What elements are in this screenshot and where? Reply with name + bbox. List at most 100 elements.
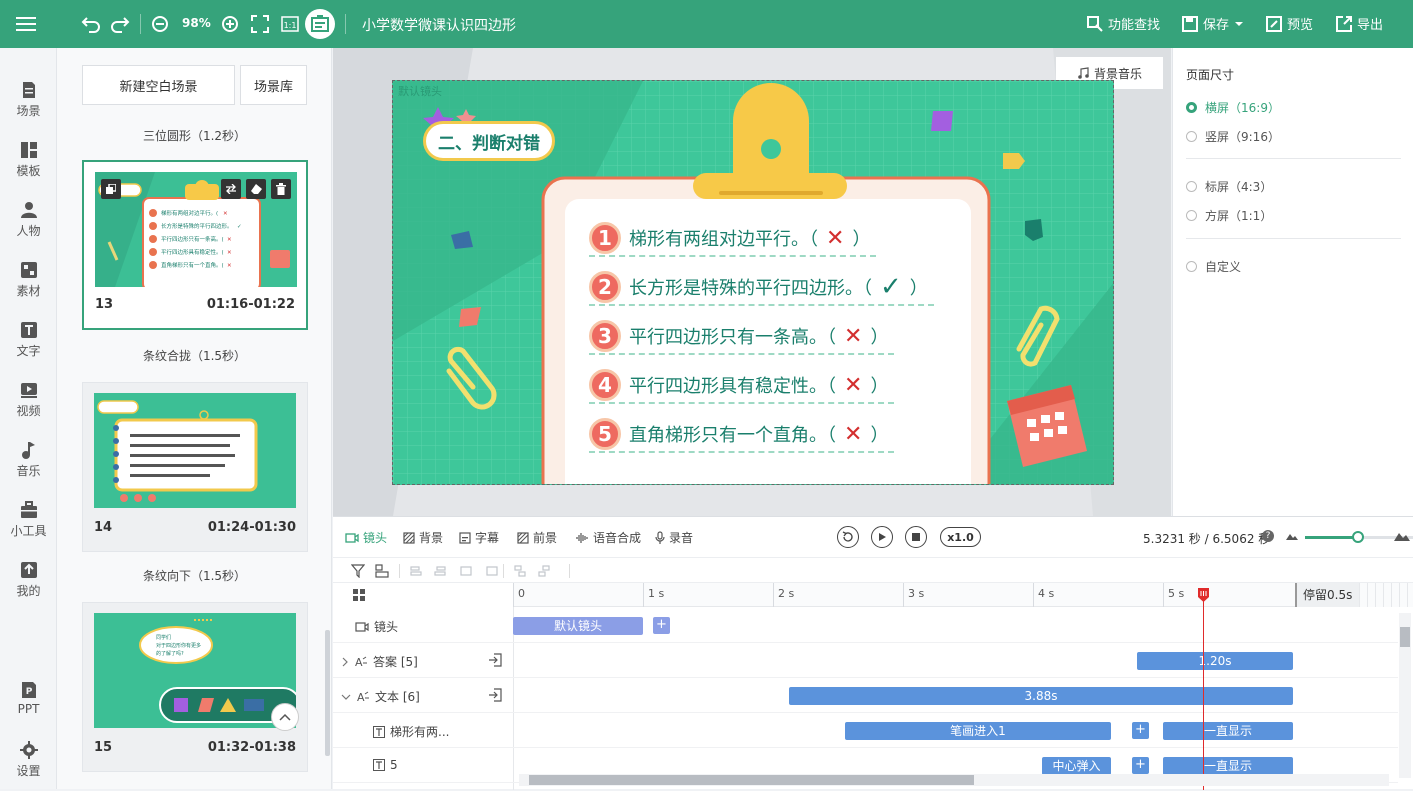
track-label[interactable]: A 文本 [6]: [341, 688, 420, 705]
scene-card-14[interactable]: 14 01:24-01:30: [82, 382, 308, 552]
nav-settings-label: 设置: [16, 764, 41, 778]
tab-camera[interactable]: 镜头: [345, 529, 387, 546]
question-item-3[interactable]: 3 平行四边形只有一条高。（ ✕ ）: [589, 319, 895, 355]
scroll-to-top-icon[interactable]: [271, 703, 299, 731]
save-icon: [1182, 15, 1198, 32]
radio-custom[interactable]: 自定义: [1186, 258, 1241, 275]
radio-landscape[interactable]: 横屏（16:9）: [1186, 99, 1280, 116]
zoom-slider-handle[interactable]: [1352, 531, 1364, 543]
text-group-icon: A: [357, 691, 369, 704]
nav-tools[interactable]: 小工具: [0, 501, 57, 551]
add-animation-button[interactable]: +: [1132, 757, 1149, 774]
playback-speed-button[interactable]: x1.0: [940, 527, 981, 547]
grid-toggle-icon[interactable]: [353, 589, 365, 601]
playhead[interactable]: [1203, 589, 1204, 790]
question-item-2[interactable]: 2 长方形是特殊的平行四边形。（ ✓ ）: [589, 270, 934, 306]
replay-icon[interactable]: [837, 526, 859, 548]
zoom-out-icon[interactable]: [148, 12, 172, 36]
timeline-horizontal-scrollbar[interactable]: [519, 774, 1389, 786]
layers-icon[interactable]: [375, 564, 389, 578]
nav-video[interactable]: 视频: [0, 381, 57, 431]
preview-button[interactable]: 预览: [1266, 14, 1313, 33]
subtitle-editor-icon[interactable]: [305, 9, 335, 39]
nav-scene[interactable]: 场景: [0, 81, 57, 131]
tab-tts[interactable]: 语音合成: [575, 529, 641, 546]
camera-clip[interactable]: 默认镜头: [513, 617, 643, 635]
redo-icon[interactable]: [108, 12, 132, 36]
playhead-handle-icon[interactable]: [1197, 587, 1210, 603]
swap-scene-icon[interactable]: [221, 179, 241, 199]
question-item-1[interactable]: 1 梯形有两组对边平行。（ ✕ ）: [589, 221, 877, 257]
tab-record[interactable]: 录音: [655, 529, 693, 546]
find-feature-button[interactable]: 功能查找: [1087, 14, 1160, 33]
add-animation-button[interactable]: +: [1132, 722, 1149, 739]
nav-character[interactable]: 人物: [0, 201, 57, 251]
check-mark-icon[interactable]: ✓: [880, 272, 902, 302]
answers-clip[interactable]: 1.20s: [1137, 652, 1293, 670]
timeline-vertical-scrollbar[interactable]: [1399, 613, 1411, 778]
nav-ppt[interactable]: P PPT: [0, 681, 57, 731]
new-blank-scene-button[interactable]: 新建空白场景: [82, 65, 235, 105]
scene-card-13[interactable]: 梯形有两组对边平行。(✕ 长方形是特殊的平行四边形。 ✓ 平行四边形只有一条高。(…: [82, 160, 308, 330]
nav-music[interactable]: 音乐: [0, 441, 57, 491]
menu-icon[interactable]: [14, 12, 38, 36]
time-ruler[interactable]: 0 1 s 2 s 3 s 4 s 5 s 停留0.5s: [513, 583, 1413, 607]
track-label[interactable]: 梯形有两...: [373, 723, 449, 740]
radio-standard[interactable]: 标屏（4:3）: [1186, 178, 1272, 195]
section-title[interactable]: 二、判断对错: [423, 121, 555, 161]
tab-foreground[interactable]: 前景: [517, 529, 557, 546]
enter-group-icon[interactable]: [488, 653, 502, 667]
scene-library-button[interactable]: 场景库: [240, 65, 307, 105]
stop-icon[interactable]: [905, 526, 927, 548]
track-label[interactable]: 5: [373, 758, 398, 772]
help-icon[interactable]: ?: [1262, 530, 1274, 542]
distribute-tools-icon[interactable]: [513, 564, 563, 578]
radio-square[interactable]: 方屏（1:1）: [1186, 207, 1272, 224]
add-camera-clip-button[interactable]: +: [653, 617, 670, 634]
save-button[interactable]: 保存: [1182, 14, 1244, 33]
nav-text[interactable]: 文字: [0, 321, 57, 371]
undo-icon[interactable]: [79, 12, 103, 36]
delete-scene-icon[interactable]: [271, 179, 291, 199]
tab-background[interactable]: 背景: [403, 529, 443, 546]
actual-size-icon[interactable]: 1:1: [278, 12, 302, 36]
track-label[interactable]: A 答案 [5]: [341, 653, 418, 670]
nav-settings[interactable]: 设置: [0, 741, 57, 791]
project-title[interactable]: 小学数学微课认识四边形: [362, 15, 516, 35]
copy-scene-icon[interactable]: [101, 179, 121, 199]
radio-portrait[interactable]: 竖屏（9:16）: [1186, 128, 1280, 145]
question-item-5[interactable]: 5 直角梯形只有一个直角。（ ✕ ）: [589, 417, 895, 453]
enter-group-icon[interactable]: [488, 688, 502, 702]
display-animation-clip[interactable]: 一直显示: [1163, 757, 1293, 775]
eraser-icon[interactable]: [246, 179, 266, 199]
scene-transition-label[interactable]: 条纹合拢（1.5秒）: [57, 347, 331, 364]
display-animation-clip[interactable]: 一直显示: [1163, 722, 1293, 740]
nav-template[interactable]: 模板: [0, 141, 57, 191]
scene-transition-label[interactable]: 三位圆形（1.2秒）: [57, 127, 331, 144]
scene-transition-label[interactable]: 条纹向下（1.5秒）: [57, 567, 331, 584]
nav-material[interactable]: 素材: [0, 261, 57, 311]
tab-subtitle[interactable]: 字幕: [459, 529, 499, 546]
person-icon: [20, 202, 37, 218]
filter-icon[interactable]: [351, 564, 365, 578]
pause-duration[interactable]: 停留0.5s: [1295, 583, 1361, 607]
cross-mark-icon[interactable]: ✕: [844, 422, 862, 447]
zoom-in-icon[interactable]: [218, 12, 242, 36]
nav-character-label: 人物: [16, 224, 41, 238]
export-button[interactable]: 导出: [1336, 14, 1383, 33]
play-icon[interactable]: [871, 526, 893, 548]
cross-mark-icon[interactable]: ✕: [844, 373, 862, 398]
fit-screen-icon[interactable]: [248, 12, 272, 36]
text-group-clip[interactable]: 3.88s: [789, 687, 1293, 705]
scene-panel-scrollbar[interactable]: [325, 630, 330, 756]
nav-mine[interactable]: 我的: [0, 561, 57, 611]
slide-canvas[interactable]: 默认镜头 二、判断对错 1 梯形有两组对边平行。（ ✕ ） 2 长方形是特殊的平行四边形。…: [392, 80, 1114, 485]
enter-animation-clip[interactable]: 中心弹入: [1042, 757, 1111, 775]
enter-animation-clip[interactable]: 笔画进入1: [845, 722, 1111, 740]
scene-card-15[interactable]: 同学们 对于四边形你有更多 的了解了吗? 15 01:32-01:38: [82, 602, 308, 772]
nav-ppt-label: PPT: [17, 702, 40, 716]
cross-mark-icon[interactable]: ✕: [826, 226, 844, 251]
cross-mark-icon[interactable]: ✕: [844, 324, 862, 349]
svg-text:梯形有两组对边平行。(: 梯形有两组对边平行。(: [161, 209, 218, 217]
question-item-4[interactable]: 4 平行四边形具有稳定性。（ ✕ ）: [589, 368, 895, 404]
